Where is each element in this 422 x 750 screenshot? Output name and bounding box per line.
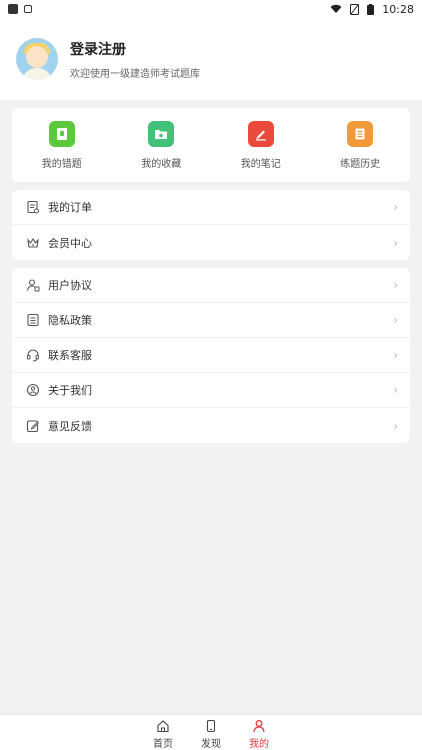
tab-label: 我的 (249, 739, 269, 750)
battery-icon (367, 3, 375, 15)
order-icon (26, 200, 40, 214)
menu-item-label: 意见反馈 (48, 419, 92, 433)
chevron-right-icon: › (393, 278, 398, 292)
menu-item-label: 关于我们 (48, 384, 92, 397)
home-icon (157, 720, 169, 733)
tab-home[interactable]: 首页 (146, 715, 180, 750)
menu-item-label: 联系客服 (48, 349, 92, 362)
menu-item-contact-support[interactable]: 联系客服 › (12, 338, 410, 373)
avatar[interactable] (16, 38, 58, 80)
feedback-edit-icon (26, 419, 40, 433)
crown-icon (26, 236, 40, 250)
menu-item-about-us[interactable]: 关于我们 › (12, 373, 410, 408)
quick-action-notes[interactable]: 我的笔记 (216, 120, 306, 170)
tab-label: 发现 (201, 739, 221, 750)
list-group-orders: 我的订单 › 会员中心 › (12, 190, 410, 260)
about-icon (26, 383, 40, 397)
tab-mine[interactable]: 我的 (242, 715, 276, 750)
welcome-subtitle: 欢迎使用一级建造师考试题库 (70, 68, 200, 80)
quick-actions-card: 我的错题 我的收藏 我的笔记 练题历史 (12, 108, 410, 182)
status-right: 10:28 (330, 3, 414, 16)
menu-item-user-agreement[interactable]: 用户协议 › (12, 268, 410, 303)
menu-item-label: 我的订单 (48, 201, 92, 214)
notification-icon (8, 4, 18, 14)
quick-action-favorites[interactable]: 我的收藏 (116, 120, 206, 170)
menu-item-privacy-policy[interactable]: 隐私政策 › (12, 303, 410, 338)
menu-item-my-orders[interactable]: 我的订单 › (12, 190, 410, 225)
tab-discover[interactable]: 发现 (194, 715, 228, 750)
quick-action-wrong-questions[interactable]: 我的错题 (17, 120, 107, 170)
wifi-icon (330, 4, 342, 13)
status-left (8, 4, 32, 14)
pencil-icon (247, 120, 274, 147)
menu-item-member-center[interactable]: 会员中心 › (12, 225, 410, 260)
menu-item-label: 用户协议 (48, 279, 92, 292)
chevron-right-icon: › (393, 313, 398, 327)
folder-star-icon (148, 120, 175, 147)
privacy-doc-icon (26, 313, 40, 327)
menu-item-label: 会员中心 (48, 236, 92, 250)
book-icon (48, 120, 75, 147)
phone-icon (206, 719, 216, 733)
menu-item-feedback[interactable]: 意见反馈 › (12, 408, 410, 443)
chevron-right-icon: › (393, 235, 398, 250)
quick-action-label: 练题历史 (340, 158, 381, 170)
profile-header[interactable]: 登录注册 欢迎使用一级建造师考试题库 (0, 18, 422, 100)
list-group-info: 用户协议 › 隐私政策 › 联系客服 › 关于我们 › 意见反馈 › (12, 268, 410, 443)
chevron-right-icon: › (393, 348, 398, 362)
user-agreement-icon (26, 278, 40, 292)
quick-action-label: 我的错题 (41, 158, 82, 170)
history-book-icon (347, 120, 374, 147)
menu-item-label: 隐私政策 (48, 314, 92, 327)
headset-icon (26, 348, 40, 362)
status-bar: 10:28 (0, 0, 422, 18)
quick-action-label: 我的笔记 (240, 158, 281, 170)
tab-label: 首页 (153, 739, 173, 750)
status-time: 10:28 (382, 2, 414, 16)
person-icon (253, 720, 265, 733)
profile-text: 登录注册 欢迎使用一级建造师考试题库 (70, 39, 200, 80)
chevron-right-icon: › (393, 200, 398, 214)
chevron-right-icon: › (393, 383, 398, 397)
quick-action-history[interactable]: 练题历史 (315, 120, 405, 170)
quick-action-label: 我的收藏 (141, 158, 182, 170)
login-register-title[interactable]: 登录注册 (70, 39, 200, 59)
chevron-right-icon: › (393, 418, 398, 433)
bottom-tab-bar: 首页 发现 我的 (0, 714, 422, 750)
no-sim-icon (350, 3, 360, 15)
app-notification-icon (24, 5, 32, 13)
